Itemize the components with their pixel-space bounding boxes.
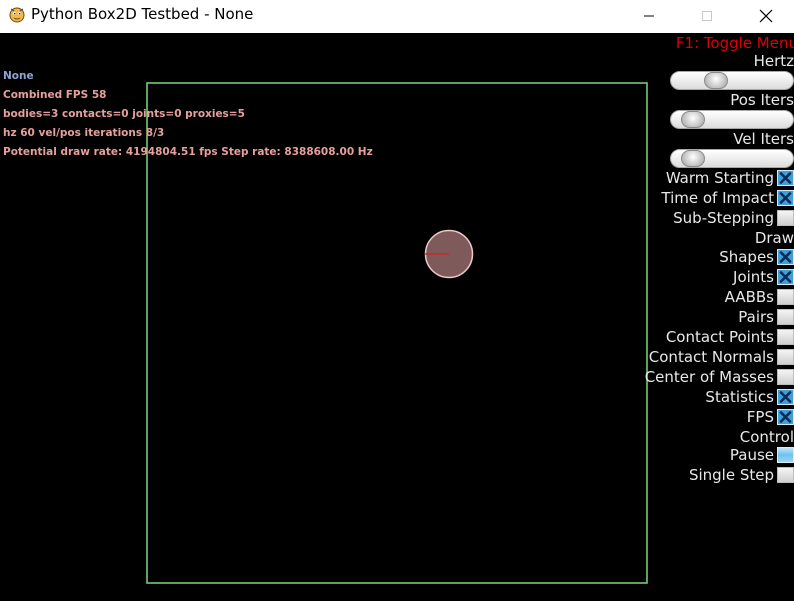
- option-contact-points[interactable]: Contact Points: [666, 328, 794, 346]
- aabbs-checkbox[interactable]: [777, 289, 794, 305]
- option-fps[interactable]: FPS: [747, 408, 794, 426]
- iterations-text: hz 60 vel/pos iterations 8/3: [3, 127, 165, 139]
- option-label: Warm Starting: [665, 169, 774, 187]
- option-sub-stepping[interactable]: Sub-Stepping: [673, 209, 794, 227]
- option-time-of-impact[interactable]: Time of Impact: [661, 189, 794, 207]
- minimize-button[interactable]: [626, 0, 672, 32]
- option-label: Pause: [729, 446, 774, 464]
- option-pause[interactable]: Pause: [730, 446, 794, 464]
- checkmark-x-icon: [779, 192, 792, 204]
- draw-header: Draw: [754, 229, 794, 247]
- warm-starting-checkbox[interactable]: [777, 170, 794, 186]
- maximize-button[interactable]: [684, 0, 730, 32]
- checkmark-x-icon: [779, 411, 792, 423]
- hertz-slider[interactable]: [670, 71, 794, 90]
- minimize-icon: [644, 15, 654, 17]
- pos-iters-label: Pos Iters: [730, 91, 794, 109]
- time-of-impact-checkbox[interactable]: [777, 190, 794, 206]
- testbed-canvas[interactable]: None Combined FPS 58 bodies=3 contacts=0…: [0, 33, 794, 601]
- pairs-checkbox[interactable]: [777, 309, 794, 325]
- shapes-checkbox[interactable]: [777, 249, 794, 265]
- option-label: Shapes: [719, 248, 774, 266]
- option-aabbs[interactable]: AABBs: [725, 288, 794, 306]
- option-label: Single Step: [688, 466, 774, 484]
- pygame-snake-icon: [9, 7, 25, 23]
- pause-checkbox[interactable]: [777, 447, 794, 463]
- option-pairs[interactable]: Pairs: [738, 308, 794, 326]
- title-bar[interactable]: Python Box2D Testbed - None: [0, 0, 794, 32]
- option-label: Joints: [733, 268, 774, 286]
- hertz-label: Hertz: [753, 52, 794, 70]
- draw-rate-text: Potential draw rate: 4194804.51 fps Step…: [3, 146, 373, 158]
- contact-points-checkbox[interactable]: [777, 329, 794, 345]
- control-header: Control: [739, 428, 794, 446]
- option-statistics[interactable]: Statistics: [705, 388, 794, 406]
- bodies-stats-text: bodies=3 contacts=0 joints=0 proxies=5: [3, 108, 245, 120]
- option-label: Center of Masses: [644, 368, 774, 386]
- center-of-masses-checkbox[interactable]: [777, 369, 794, 385]
- option-label: Statistics: [705, 388, 774, 406]
- checkmark-x-icon: [779, 251, 792, 263]
- joints-checkbox[interactable]: [777, 269, 794, 285]
- pos-iters-slider-knob[interactable]: [681, 111, 705, 128]
- vel-iters-label: Vel Iters: [733, 130, 794, 148]
- option-joints[interactable]: Joints: [733, 268, 794, 286]
- vel-iters-slider[interactable]: [670, 149, 794, 168]
- option-label: Pairs: [738, 308, 774, 326]
- close-icon: [759, 9, 773, 23]
- fps-text: Combined FPS 58: [3, 89, 107, 101]
- checkmark-x-icon: [779, 271, 792, 283]
- maximize-icon: [702, 11, 712, 21]
- close-button[interactable]: [743, 0, 789, 32]
- option-label: AABBs: [724, 288, 774, 306]
- window-title: Python Box2D Testbed - None: [31, 5, 254, 23]
- option-warm-starting[interactable]: Warm Starting: [666, 169, 794, 187]
- hertz-slider-knob[interactable]: [704, 72, 728, 89]
- checkmark-x-icon: [779, 172, 792, 184]
- option-label: Time of Impact: [661, 189, 774, 207]
- option-center-of-masses[interactable]: Center of Masses: [645, 368, 794, 386]
- option-label: Contact Points: [665, 328, 774, 346]
- fps-checkbox[interactable]: [777, 409, 794, 425]
- sub-stepping-checkbox[interactable]: [777, 210, 794, 226]
- pos-iters-slider[interactable]: [670, 110, 794, 129]
- checkmark-x-icon: [779, 391, 792, 403]
- contact-normals-checkbox[interactable]: [777, 349, 794, 365]
- option-label: Contact Normals: [648, 348, 774, 366]
- option-contact-normals[interactable]: Contact Normals: [649, 348, 794, 366]
- ground-boundary: [146, 82, 648, 584]
- option-single-step[interactable]: Single Step: [689, 466, 794, 484]
- option-label: Sub-Stepping: [673, 209, 774, 227]
- single-step-checkbox[interactable]: [777, 467, 794, 483]
- option-label: FPS: [746, 408, 774, 426]
- test-name-text: None: [3, 70, 34, 82]
- vel-iters-slider-knob[interactable]: [681, 150, 705, 167]
- option-shapes[interactable]: Shapes: [719, 248, 794, 266]
- toggle-menu-hint: F1: Toggle Menu: [675, 34, 794, 52]
- statistics-checkbox[interactable]: [777, 389, 794, 405]
- settings-panel: F1: Toggle Menu Hertz Pos Iters Vel Iter…: [594, 33, 794, 601]
